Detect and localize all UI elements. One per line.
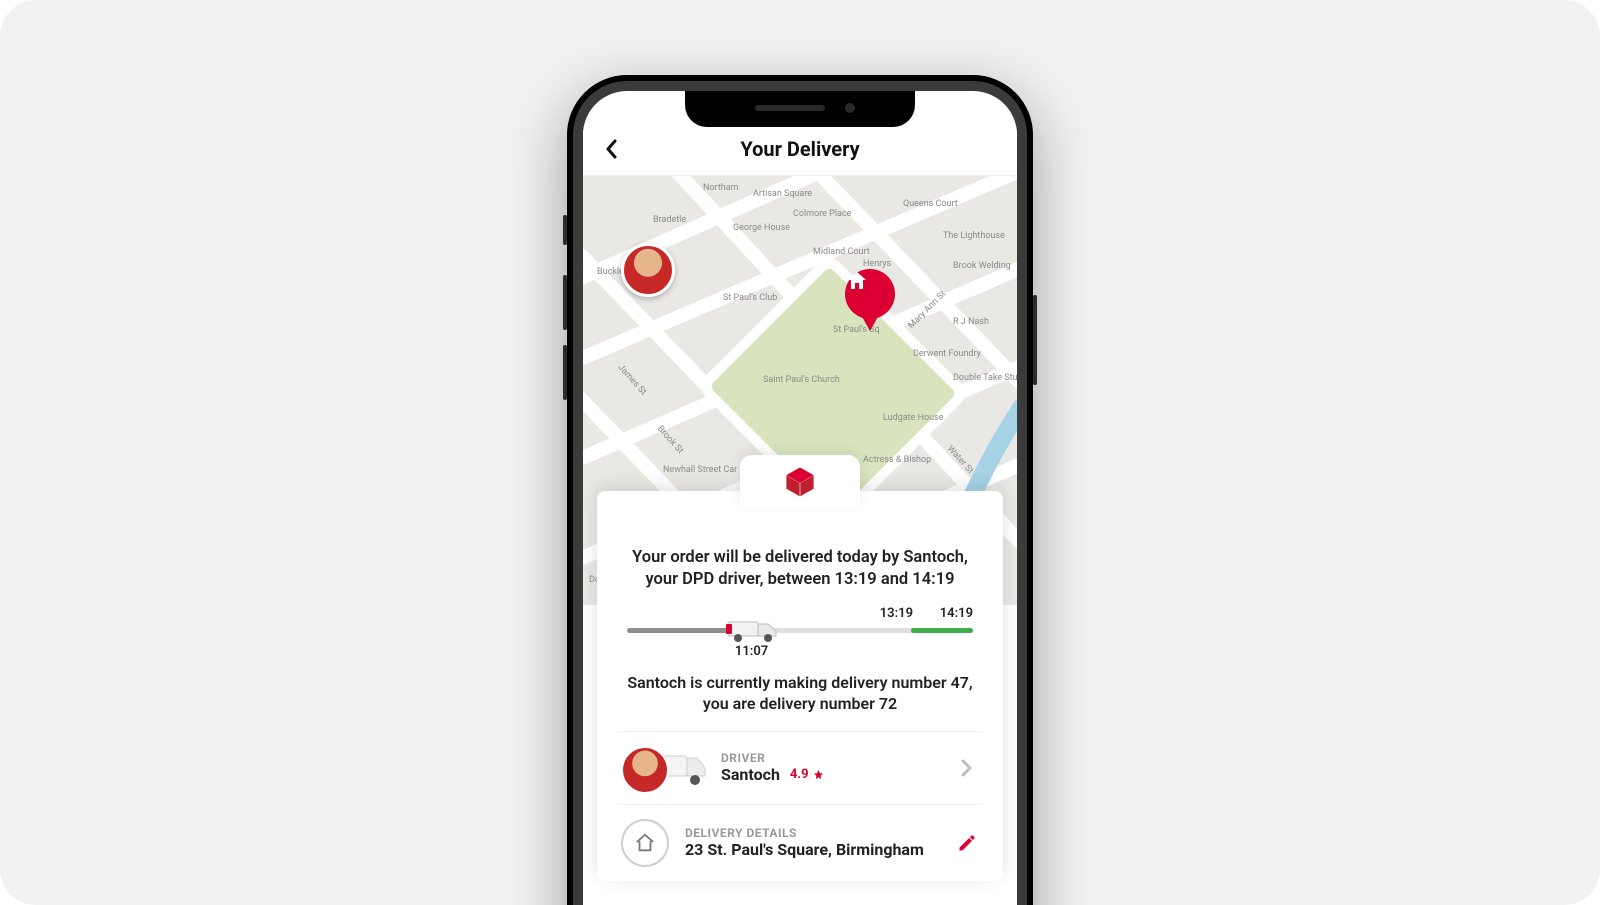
driver-rating: 4.9 xyxy=(790,767,824,782)
driver-avatar-icon xyxy=(621,746,669,794)
address-icon-wrap xyxy=(621,819,669,867)
window-start-time: 13:19 xyxy=(880,606,913,621)
app-header: Your Delivery xyxy=(583,123,1017,176)
current-time: 11:07 xyxy=(735,644,768,659)
chevron-left-icon xyxy=(604,139,620,159)
phone-power-button xyxy=(1033,295,1037,385)
back-button[interactable] xyxy=(597,134,627,164)
pencil-icon xyxy=(957,833,977,853)
driver-row[interactable]: DRIVER Santoch 4.9 xyxy=(619,731,981,804)
driver-name: Santoch xyxy=(721,765,780,784)
star-icon xyxy=(813,769,824,780)
stage: Your Delivery xyxy=(0,0,1600,905)
delivery-van-icon xyxy=(724,616,780,644)
timeline-window xyxy=(911,628,973,633)
home-icon xyxy=(845,269,869,293)
queue-status: Santoch is currently making delivery num… xyxy=(619,672,981,715)
phone-volume-up xyxy=(563,275,567,330)
phone-frame: Your Delivery xyxy=(567,75,1033,905)
delivery-status-card: Your order will be delivered today by Sa… xyxy=(597,491,1003,881)
phone-notch xyxy=(685,91,915,127)
phone-mute-switch xyxy=(563,215,567,245)
phone-screen: Your Delivery xyxy=(583,91,1017,905)
driver-thumbnail xyxy=(621,746,705,790)
van-marker xyxy=(724,616,780,644)
destination-pin[interactable] xyxy=(845,269,895,319)
delivery-timeline: 13:19 14:19 11:07 xyxy=(627,614,973,662)
driver-location-marker[interactable] xyxy=(621,243,675,297)
delivery-address: 23 St. Paul's Square, Birmingham xyxy=(685,840,924,859)
window-end-time: 14:19 xyxy=(940,606,973,621)
delivery-section-label: DELIVERY DETAILS xyxy=(685,826,939,840)
driver-section-label: DRIVER xyxy=(721,751,939,765)
brand-logo-tab xyxy=(740,455,860,509)
page-title: Your Delivery xyxy=(740,137,859,161)
delivery-details-row[interactable]: DELIVERY DETAILS 23 St. Paul's Square, B… xyxy=(619,804,981,881)
phone-volume-down xyxy=(563,345,567,400)
dpd-cube-icon xyxy=(783,465,817,499)
chevron-right-icon xyxy=(955,756,979,780)
home-outline-icon xyxy=(634,832,656,854)
edit-button[interactable] xyxy=(955,831,979,855)
delivery-headline: Your order will be delivered today by Sa… xyxy=(619,547,981,592)
